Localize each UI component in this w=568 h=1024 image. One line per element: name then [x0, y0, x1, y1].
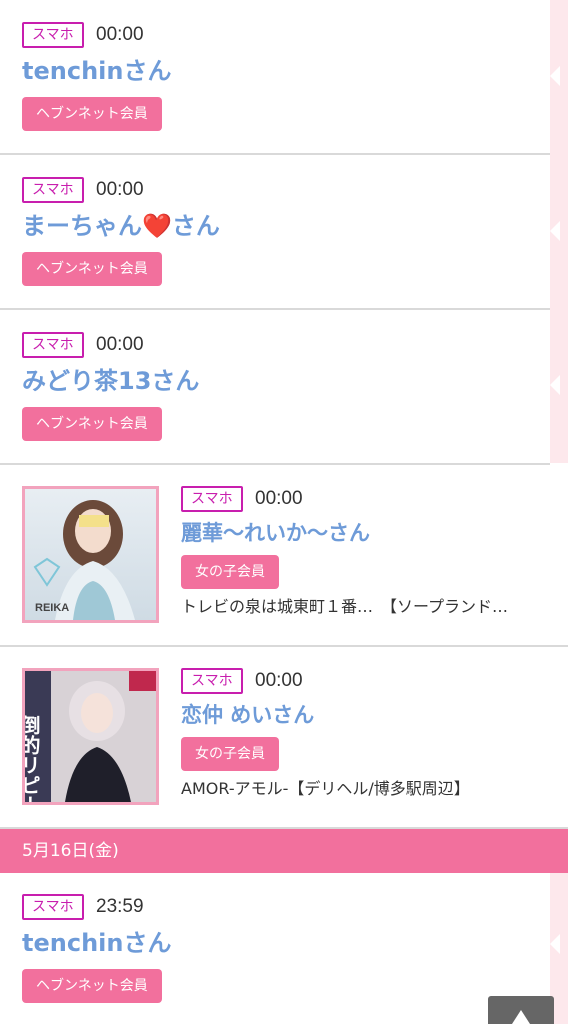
thumb-caption: REIKA — [35, 602, 69, 614]
profile-photo-image: 倒的リピート — [25, 671, 156, 802]
timestamp: 00:00 — [255, 670, 303, 691]
timestamp: 00:00 — [96, 179, 144, 200]
thumb-caption: 倒的リピート — [25, 715, 41, 802]
user-name-link[interactable]: 恋仲 めいさん — [181, 700, 314, 730]
member-type-badge: ヘブンネット会員 — [22, 97, 162, 131]
timestamp: 00:00 — [96, 24, 144, 45]
member-type-badge: 女の子会員 — [181, 737, 279, 771]
device-badge: スマホ — [181, 486, 243, 512]
list-item[interactable]: スマホ 00:00 tenchinさん ヘブンネット会員 — [0, 0, 550, 155]
device-badge: スマホ — [22, 332, 84, 358]
user-name-link[interactable]: 麗華〜れいか〜さん — [181, 518, 370, 548]
device-badge: スマホ — [22, 22, 84, 48]
triangle-up-icon — [512, 1010, 530, 1024]
user-name-link[interactable]: みどり茶13さん — [22, 366, 199, 396]
list-item[interactable]: スマホ 23:59 tenchinさん ヘブンネット会員 — [0, 873, 550, 1024]
user-name-link[interactable]: まーちゃん❤️さん — [22, 211, 220, 241]
shop-name-link[interactable]: AMOR-アモル-【デリヘル/博多駅周辺】 — [181, 778, 553, 800]
profile-photo-image: REIKA — [25, 489, 156, 620]
side-decoration — [550, 0, 568, 463]
list-item[interactable]: スマホ 00:00 まーちゃん❤️さん ヘブンネット会員 — [0, 155, 550, 310]
list-item[interactable]: 倒的リピート スマホ 00:00 恋仲 めいさん 女の子会員 AMOR-アモル-… — [0, 647, 568, 829]
date-header: 5月16日(金) — [0, 829, 568, 873]
member-type-badge: ヘブンネット会員 — [22, 252, 162, 286]
list-item[interactable]: スマホ 00:00 みどり茶13さん ヘブンネット会員 — [0, 310, 550, 465]
timestamp: 00:00 — [255, 488, 303, 509]
timestamp: 00:00 — [96, 334, 144, 355]
device-badge: スマホ — [181, 668, 243, 694]
list-item[interactable]: REIKA スマホ 00:00 麗華〜れいか〜さん 女の子会員 トレビの泉は城東… — [0, 465, 568, 647]
shop-name-link[interactable]: トレビの泉は城東町１番… 【ソープランド… — [181, 596, 553, 618]
scroll-to-top-button[interactable] — [488, 996, 554, 1024]
device-badge: スマホ — [22, 894, 84, 920]
device-badge: スマホ — [22, 177, 84, 203]
profile-thumbnail[interactable]: REIKA — [22, 486, 159, 623]
profile-thumbnail[interactable]: 倒的リピート — [22, 668, 159, 805]
member-type-badge: ヘブンネット会員 — [22, 969, 162, 1003]
member-type-badge: 女の子会員 — [181, 555, 279, 589]
user-name-link[interactable]: tenchinさん — [22, 56, 171, 86]
user-name-link[interactable]: tenchinさん — [22, 928, 171, 958]
member-type-badge: ヘブンネット会員 — [22, 407, 162, 441]
timestamp: 23:59 — [96, 896, 144, 917]
